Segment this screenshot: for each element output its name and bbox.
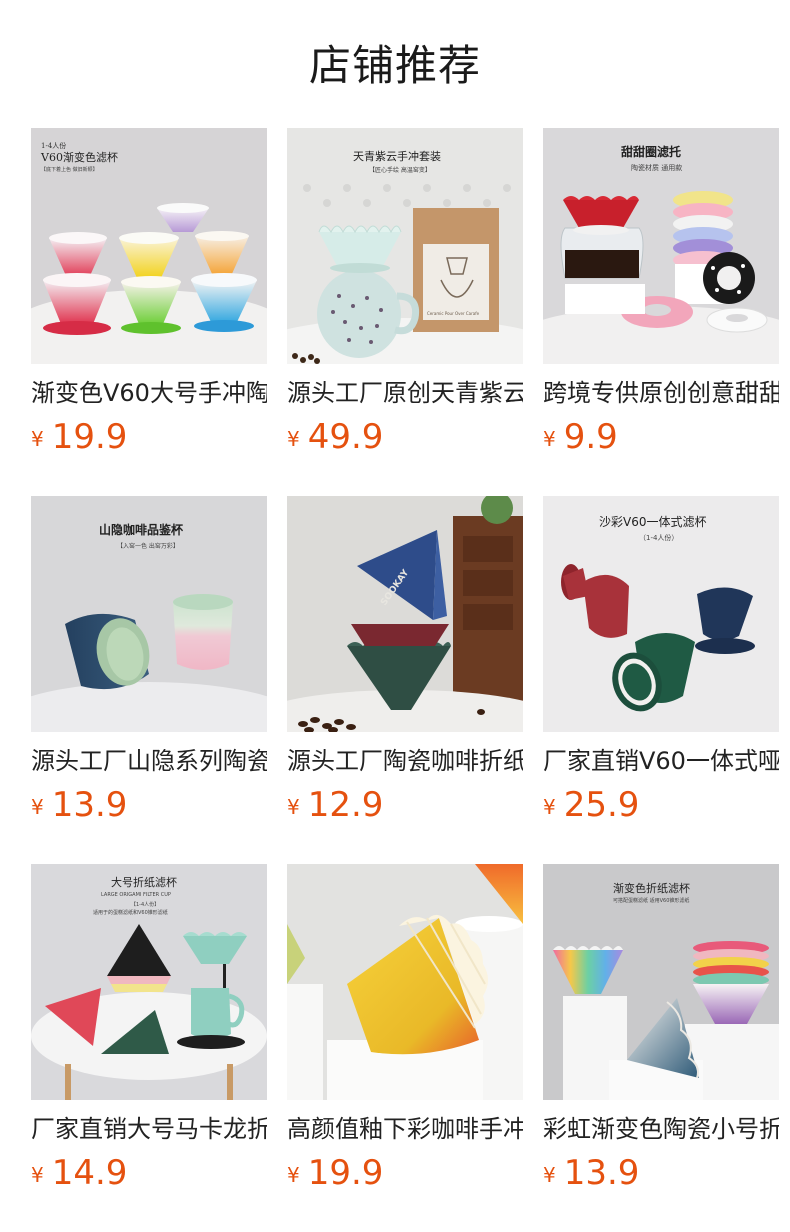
price-value: 9.9 bbox=[563, 417, 618, 457]
image-caption-sub: 可搭配蛋糕滤纸 适用V60锥形滤纸 bbox=[613, 897, 689, 904]
currency-symbol: ¥ bbox=[287, 427, 300, 451]
product-card[interactable]: 甜甜圈滤托 陶瓷材质 通用款 跨境专供原创创意甜甜 ¥ 9.9 bbox=[543, 128, 779, 468]
price-value: 49.9 bbox=[307, 417, 384, 457]
price-value: 19.9 bbox=[307, 1153, 384, 1193]
product-price: ¥25.9 bbox=[543, 782, 639, 828]
product-name[interactable]: 渐变色V60大号手冲陶瓷滤杯 bbox=[31, 376, 267, 410]
image-caption-title: 渐变色折纸滤杯 bbox=[613, 881, 690, 895]
image-caption-title: 沙彩V60一体式滤杯 bbox=[599, 515, 706, 529]
product-image[interactable]: 山隐咖啡品鉴杯 【入窑一色 出窑万彩】 bbox=[31, 496, 267, 732]
price-value: 19.9 bbox=[51, 417, 128, 457]
product-name[interactable]: 跨境专供原创创意甜甜圈滤托 bbox=[543, 376, 779, 410]
currency-symbol: ¥ bbox=[31, 427, 44, 451]
price-value: 12.9 bbox=[307, 785, 384, 825]
product-card[interactable]: 渐变色折纸滤杯 可搭配蛋糕滤纸 适用V60锥形滤纸 彩虹渐变色陶瓷小号折 ¥ 1… bbox=[543, 864, 779, 1204]
currency-symbol: ¥ bbox=[543, 1163, 556, 1187]
section-title: 店铺推荐 bbox=[308, 41, 481, 90]
product-image[interactable]: 1-4人份 V60渐变色滤杯 【底下着上色 做旧新颖】 bbox=[31, 128, 267, 364]
product-card[interactable]: 1-4人份 V60渐变色滤杯 【底下着上色 做旧新颖】 渐变色V60大号手冲陶 … bbox=[31, 128, 267, 468]
product-price: ¥19.9 bbox=[287, 1150, 383, 1196]
product-price: ¥9.9 bbox=[543, 414, 618, 460]
product-image[interactable]: SOOKAY bbox=[287, 496, 523, 732]
product-card[interactable]: 高颜值釉下彩咖啡手冲滤杯 ¥19.9 bbox=[287, 864, 523, 1204]
product-image[interactable] bbox=[287, 864, 523, 1100]
image-caption-title: 天青紫云手冲套装 bbox=[353, 149, 441, 163]
price-value: 25.9 bbox=[563, 785, 640, 825]
image-caption-title: V60渐变色滤杯 bbox=[40, 150, 118, 164]
product-name[interactable]: 高颜值釉下彩咖啡手冲滤杯 bbox=[287, 1112, 523, 1146]
product-image[interactable]: 沙彩V60一体式滤杯 （1-4人份） bbox=[543, 496, 779, 732]
product-name[interactable]: 源头工厂山隐系列陶瓷咖啡品鉴杯 bbox=[31, 744, 267, 778]
image-caption-sub: 【入窑一色 出窑万彩】 bbox=[117, 542, 179, 550]
currency-symbol: ¥ bbox=[543, 427, 556, 451]
product-name[interactable]: 源头工厂陶瓷咖啡折纸滤杯 bbox=[287, 744, 523, 778]
product-card[interactable]: SOOKAY 源头工厂陶瓷咖啡折纸滤杯 ¥12.9 bbox=[287, 496, 523, 836]
image-caption-en: LARGE ORIGAMI FILTER CUP bbox=[101, 892, 171, 898]
image-caption-sub: （1-4人份） bbox=[639, 533, 678, 542]
product-card[interactable]: 沙彩V60一体式滤杯 （1-4人份） 厂家直销V60一体式哑光滤杯 ¥25.9 bbox=[543, 496, 779, 836]
product-price: ¥13.9 bbox=[31, 782, 127, 828]
product-name[interactable]: 厂家直销大号马卡龙折纸滤杯 bbox=[31, 1112, 267, 1146]
image-caption-sub: 【底下着上色 做旧新颖】 bbox=[41, 166, 98, 173]
image-caption-small: 【1-4人份】 bbox=[131, 901, 159, 908]
product-image[interactable]: 天青紫云手冲套装 【匠心手绘 高温窑变】 Ceramic Pour Over C… bbox=[287, 128, 523, 364]
currency-symbol: ¥ bbox=[31, 1163, 44, 1187]
image-caption-small: 1-4人份 bbox=[41, 141, 66, 150]
image-caption-title: 甜甜圈滤托 bbox=[621, 144, 681, 159]
image-caption-sub: 适用于的蛋糕滤纸和V60锥形滤纸 bbox=[93, 909, 168, 916]
product-image[interactable]: 大号折纸滤杯 LARGE ORIGAMI FILTER CUP 【1-4人份】 … bbox=[31, 864, 267, 1100]
product-card[interactable]: 天青紫云手冲套装 【匠心手绘 高温窑变】 Ceramic Pour Over C… bbox=[287, 128, 523, 468]
currency-symbol: ¥ bbox=[287, 1163, 300, 1187]
image-caption-sub: 【匠心手绘 高温窑变】 bbox=[369, 166, 431, 174]
image-caption-sub: 陶瓷材质 通用款 bbox=[631, 163, 682, 172]
price-value: 13.9 bbox=[563, 1153, 640, 1193]
product-card[interactable]: 山隐咖啡品鉴杯 【入窑一色 出窑万彩】 源头工厂山隐系列陶瓷咖啡品鉴杯 ¥13.… bbox=[31, 496, 267, 836]
currency-symbol: ¥ bbox=[287, 795, 300, 819]
product-name[interactable]: 厂家直销V60一体式哑光滤杯 bbox=[543, 744, 779, 778]
image-caption-title: 山隐咖啡品鉴杯 bbox=[99, 522, 184, 537]
price-value: 13.9 bbox=[51, 785, 128, 825]
product-image[interactable]: 渐变色折纸滤杯 可搭配蛋糕滤纸 适用V60锥形滤纸 bbox=[543, 864, 779, 1100]
product-card[interactable]: 大号折纸滤杯 LARGE ORIGAMI FILTER CUP 【1-4人份】 … bbox=[31, 864, 267, 1204]
currency-symbol: ¥ bbox=[543, 795, 556, 819]
store-recommendations-page: 店铺推荐 1-4人份 V60渐变色滤杯 【底下着上色 做旧新颖】 渐变色V60大… bbox=[0, 0, 790, 1232]
product-image[interactable]: 甜甜圈滤托 陶瓷材质 通用款 bbox=[543, 128, 779, 364]
product-price: ¥13.9 bbox=[543, 1150, 639, 1196]
product-price: ¥19.9 bbox=[31, 414, 127, 460]
price-value: 14.9 bbox=[51, 1153, 128, 1193]
product-price: ¥49.9 bbox=[287, 414, 383, 460]
image-caption-title: 大号折纸滤杯 bbox=[111, 875, 177, 889]
box-text: Ceramic Pour Over Carafe bbox=[427, 311, 480, 316]
product-price: ¥12.9 bbox=[287, 782, 383, 828]
product-name[interactable]: 彩虹渐变色陶瓷小号折纸滤杯 bbox=[543, 1112, 779, 1146]
product-price: ¥14.9 bbox=[31, 1150, 127, 1196]
currency-symbol: ¥ bbox=[31, 795, 44, 819]
product-name[interactable]: 源头工厂原创天青紫云手冲套装 bbox=[287, 376, 523, 410]
